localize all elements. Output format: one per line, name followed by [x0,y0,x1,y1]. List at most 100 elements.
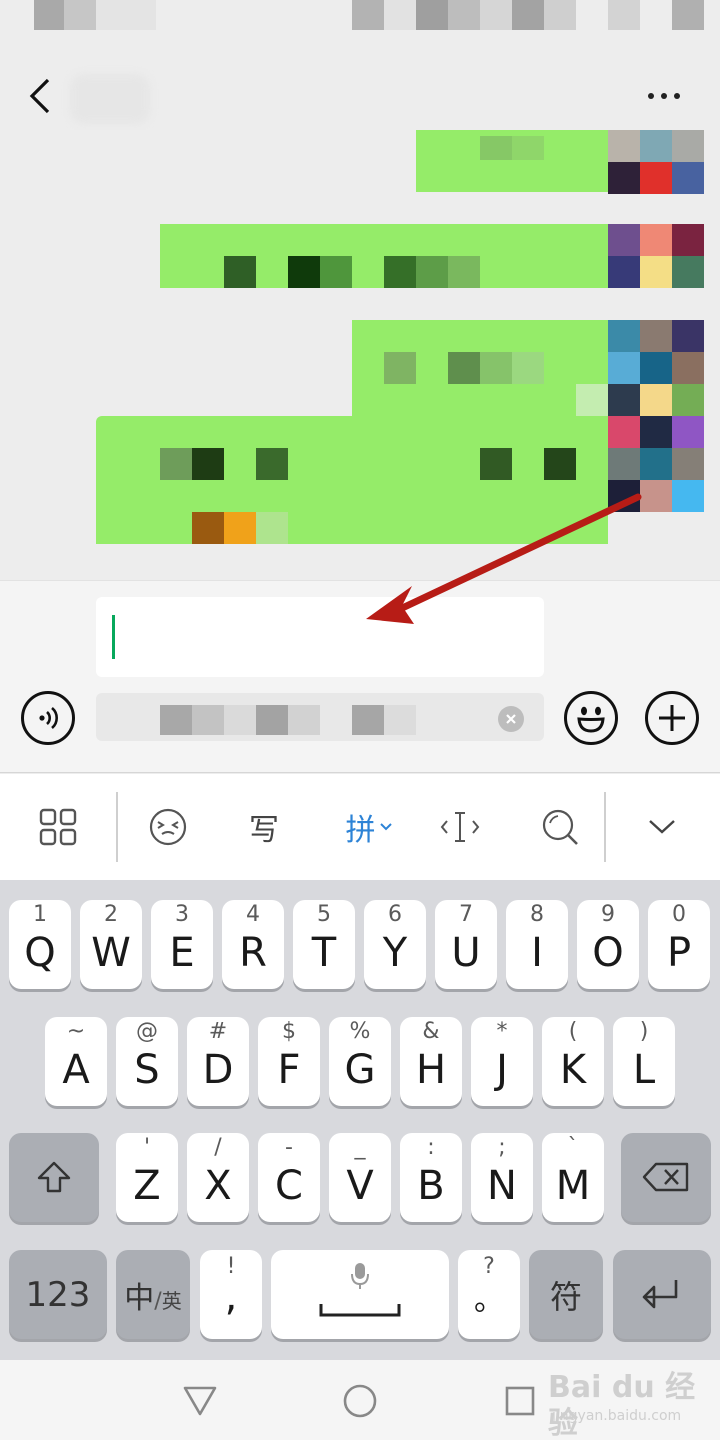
key-primary-label: C [275,1163,303,1209]
avatar[interactable] [608,320,704,512]
voice-button[interactable] [21,691,75,745]
toolbar-separator [116,792,118,862]
toolbar-search-button[interactable] [532,798,588,856]
key-secondary-label: 9 [601,902,615,927]
toolbar-emoticon-button[interactable] [140,798,196,856]
language-switch-key[interactable]: 中/英 [116,1250,190,1339]
message-input[interactable] [96,597,544,677]
key-u[interactable]: 7U [435,900,497,989]
status-mosaic [416,0,448,30]
watermark-sub: jingyan.baidu.com [552,1408,682,1424]
key-z[interactable]: ' Z [116,1133,178,1222]
message-bubble[interactable] [352,320,608,416]
status-bar [0,0,720,40]
plus-button[interactable] [645,691,699,745]
key-secondary-label: / [214,1135,222,1160]
comma-key[interactable]: ! , [200,1250,262,1339]
candidate-bar[interactable] [96,693,544,741]
toolbar-grid-button[interactable] [30,798,86,856]
input-area [0,580,720,773]
key-secondary-label: ` [567,1135,579,1160]
key-q[interactable]: 1Q [9,900,71,989]
message-bubble[interactable] [160,224,608,288]
key-secondary-label: 3 [175,902,189,927]
status-mosaic [352,0,384,30]
key-c[interactable]: -C [258,1133,320,1222]
key-f[interactable]: $ F [258,1017,320,1106]
language-main-label: 中 [124,1280,155,1316]
key-p[interactable]: 0P [648,900,710,989]
key-t[interactable]: 5T [293,900,355,989]
enter-key[interactable] [613,1250,711,1339]
space-key[interactable] [271,1250,449,1339]
back-button[interactable] [18,70,62,122]
key-j[interactable]: * J [471,1017,533,1106]
avatar[interactable] [608,224,704,288]
backspace-key[interactable] [621,1133,711,1222]
avatar[interactable] [608,130,704,194]
key-primary-label: D [202,1047,234,1093]
key-a[interactable]: ~ A [45,1017,107,1106]
key-primary-label: V [346,1163,374,1209]
key-primary-label: O [592,930,624,976]
key-d[interactable]: # D [187,1017,249,1106]
watermark: Bai du 经验 jingyan.baidu.com [548,1370,718,1440]
nav-recent-button[interactable] [499,1380,541,1422]
key-m[interactable]: ` M [542,1133,604,1222]
language-sub-label: 英 [161,1288,182,1313]
key-o[interactable]: 9O [577,900,639,989]
symbols-key[interactable]: 符 [529,1250,603,1339]
key-primary-label: Z [133,1163,161,1209]
pinyin-label: 拼 [345,813,376,848]
chat-messages[interactable] [0,130,720,580]
comma-key-main: , [224,1274,238,1320]
key-k[interactable]: (K [542,1017,604,1106]
status-mosaic [448,0,480,30]
key-primary-label: N [487,1163,517,1209]
key-v[interactable]: _ V [329,1133,391,1222]
toolbar-cursor-button[interactable] [432,798,488,856]
key-secondary-label: _ [354,1135,366,1160]
space-bar-icon [319,1304,401,1317]
key-s[interactable]: @ S [116,1017,178,1106]
emoji-icon [577,706,605,733]
key-secondary-label: 0 [672,902,686,927]
key-e[interactable]: 3E [151,900,213,989]
shift-key[interactable] [9,1133,99,1222]
key-primary-label: F [277,1047,301,1093]
key-secondary-label: 5 [317,902,331,927]
backspace-icon [642,1162,689,1192]
key-secondary-label: ) [639,1019,649,1044]
more-button[interactable] [634,76,694,116]
nav-home-button[interactable] [339,1380,381,1422]
numbers-key[interactable]: 123 [9,1250,107,1339]
system-nav-bar: Bai du 经验 jingyan.baidu.com [0,1360,720,1440]
key-y[interactable]: 6Y [364,900,426,989]
clear-button[interactable] [498,706,524,732]
key-g[interactable]: % G [329,1017,391,1106]
key-h[interactable]: & H [400,1017,462,1106]
key-x[interactable]: / X [187,1133,249,1222]
key-r[interactable]: 4R [222,900,284,989]
nav-back-button[interactable] [179,1380,221,1422]
key-secondary-label: : [427,1135,435,1160]
toolbar-handwriting-button[interactable]: 写 [236,798,292,856]
emoji-button[interactable] [564,691,618,745]
text-caret [112,615,115,659]
period-key[interactable]: ? 。 [458,1250,520,1339]
language-separator: / [154,1288,162,1314]
key-secondary-label: ' [143,1135,151,1160]
toolbar-pinyin-button[interactable]: 拼 [336,798,402,856]
key-n[interactable]: ; N [471,1133,533,1222]
key-primary-label: E [169,930,195,976]
key-i[interactable]: 8I [506,900,568,989]
key-b[interactable]: :B [400,1133,462,1222]
numbers-key-label: 123 [25,1274,91,1315]
key-l[interactable]: ) L [613,1017,675,1106]
message-bubble[interactable] [96,416,608,544]
message-bubble[interactable] [416,130,608,192]
key-w[interactable]: 2W [80,900,142,989]
collapse-keyboard-button[interactable] [634,798,690,856]
handwriting-label: 写 [249,813,279,848]
clear-icon [506,714,516,724]
